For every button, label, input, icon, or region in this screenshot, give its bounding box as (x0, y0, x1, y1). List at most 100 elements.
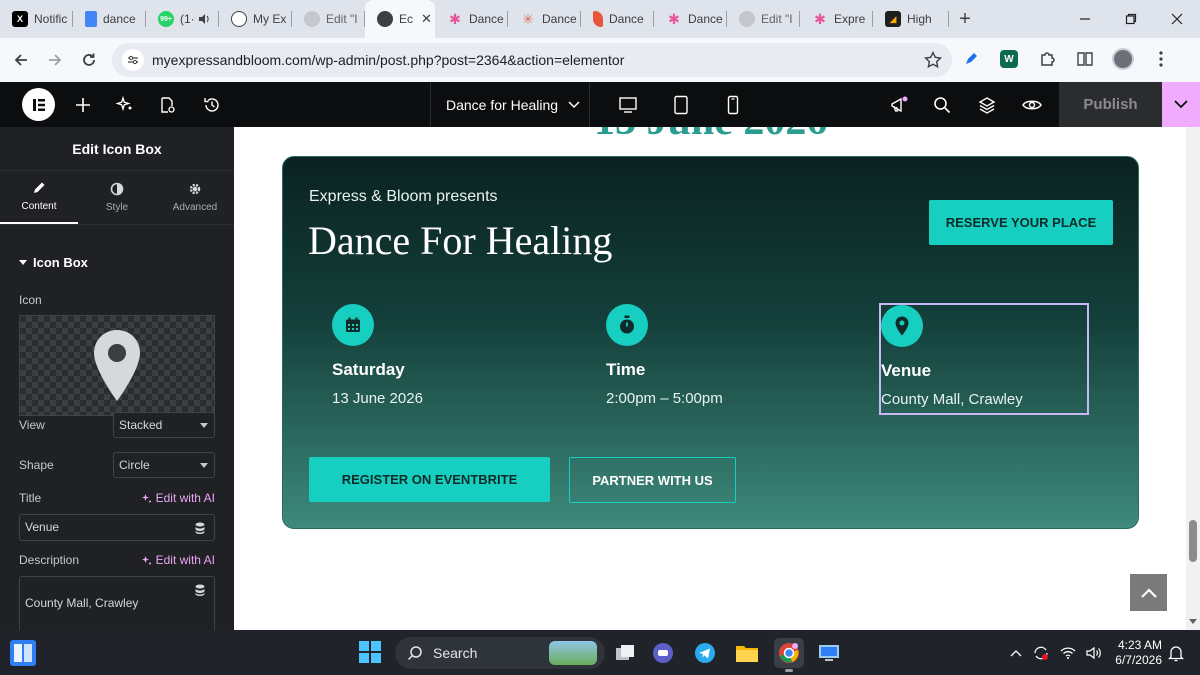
mobile-view-button[interactable] (718, 90, 748, 120)
taskbar-clock[interactable]: 4:23 AM 6/7/2026 (1110, 638, 1162, 668)
event-card[interactable]: Express & Bloom presents Dance For Heali… (282, 156, 1139, 529)
site-info-icon[interactable] (122, 49, 144, 71)
tab-content[interactable]: Content (0, 171, 78, 224)
search-label: Search (433, 645, 478, 661)
history-button[interactable] (197, 90, 227, 120)
browser-tab[interactable]: ✳ Dance (508, 0, 581, 38)
whatsapp-icon: 99+ (158, 11, 174, 27)
reload-button[interactable] (72, 43, 106, 77)
browser-tab[interactable]: dance (73, 0, 146, 38)
chrome-icon[interactable] (774, 638, 804, 672)
browser-tab[interactable]: X Notific (0, 0, 73, 38)
shape-select[interactable]: Circle (113, 452, 215, 478)
tab-advanced[interactable]: Advanced (156, 171, 234, 224)
partner-with-us-button[interactable]: PARTNER WITH US (569, 457, 736, 503)
dynamic-tags-icon[interactable] (192, 582, 208, 598)
page-title: Dance for Healing (446, 96, 559, 113)
edit-description-with-ai-button[interactable]: Edit with AI (141, 553, 215, 567)
start-button[interactable] (359, 641, 381, 668)
back-to-top-button[interactable] (1130, 574, 1167, 611)
canvas-scrollbar[interactable] (1186, 127, 1200, 630)
tablet-view-button[interactable] (666, 90, 696, 120)
wordtune-extension-icon[interactable]: W (994, 44, 1024, 74)
new-tab-button[interactable]: + (951, 5, 979, 33)
pen-extension-icon[interactable] (956, 44, 986, 74)
edit-title-with-ai-button[interactable]: Edit with AI (141, 491, 215, 505)
task-view-icon[interactable] (610, 638, 640, 668)
register-eventbrite-button[interactable]: REGISTER ON EVENTBRITE (309, 457, 550, 502)
page-title-dropdown[interactable]: Dance for Healing (430, 82, 590, 127)
finder-search-button[interactable] (927, 90, 957, 120)
page-settings-button[interactable] (152, 90, 182, 120)
restore-button[interactable] (1108, 0, 1154, 38)
browser-tab[interactable]: My Ex (219, 0, 292, 38)
notification-bell-icon[interactable] (1168, 644, 1184, 662)
scroll-down-arrow-icon[interactable] (1189, 619, 1197, 625)
publish-options-button[interactable] (1162, 82, 1200, 127)
chevron-up-icon[interactable] (1010, 649, 1022, 657)
wifi-icon[interactable] (1060, 646, 1076, 659)
info-box-time[interactable]: Time 2:00pm – 5:00pm (606, 304, 723, 407)
tablet-icon (673, 95, 689, 115)
publish-button[interactable]: Publish (1059, 82, 1162, 127)
structure-button[interactable] (972, 90, 1002, 120)
section-toggle-icon-box[interactable]: Icon Box (19, 255, 88, 270)
info-box-venue-selected[interactable]: Venue County Mall, Crawley (879, 303, 1089, 415)
url-text[interactable]: myexpressandbloom.com/wp-admin/post.php?… (152, 52, 624, 68)
kebab-menu-icon[interactable] (1146, 44, 1176, 74)
volume-icon[interactable] (1086, 646, 1102, 660)
notifications-button[interactable] (884, 90, 914, 120)
add-element-button[interactable] (68, 90, 98, 120)
browser-tab[interactable]: ✱ Dance (654, 0, 727, 38)
browser-tab[interactable]: ✱ Dance (435, 0, 508, 38)
taskbar-search[interactable]: Search (395, 637, 605, 669)
title-input[interactable]: Venue (19, 514, 215, 541)
teams-chat-icon[interactable] (648, 638, 678, 668)
widgets-icon[interactable] (10, 640, 36, 666)
reserve-place-button[interactable]: RESERVE YOUR PLACE (929, 200, 1113, 245)
event-title[interactable]: Dance For Healing (308, 217, 612, 264)
forward-button[interactable] (38, 43, 72, 77)
file-explorer-icon[interactable] (732, 638, 762, 668)
close-window-button[interactable] (1154, 0, 1200, 38)
info-title: Time (606, 360, 646, 379)
bookmark-star-icon[interactable] (924, 51, 942, 69)
browser-tab[interactable]: Dance (581, 0, 654, 38)
address-bar[interactable]: myexpressandbloom.com/wp-admin/post.php?… (112, 43, 952, 77)
date-heading[interactable]: 13 June 2026 (594, 127, 827, 145)
presents-text[interactable]: Express & Bloom presents (309, 188, 498, 206)
profile-avatar[interactable] (1108, 44, 1138, 74)
scrollbar-thumb[interactable] (1189, 520, 1197, 562)
remote-desktop-icon[interactable] (814, 638, 844, 668)
minimize-button[interactable] (1062, 0, 1108, 38)
desktop-view-button[interactable] (613, 90, 643, 120)
icon-picker[interactable] (19, 315, 215, 416)
sync-status-icon[interactable] (1032, 645, 1050, 661)
ai-sparkle-icon (141, 555, 152, 566)
view-select[interactable]: Stacked (113, 412, 215, 438)
browser-tab[interactable]: ✱ Expre (800, 0, 873, 38)
sparkle-icon: ✱ (814, 10, 826, 27)
reading-list-icon[interactable] (1070, 44, 1100, 74)
ai-tools-button[interactable] (110, 90, 140, 120)
elementor-logo-button[interactable] (22, 88, 55, 121)
close-tab-icon[interactable]: ✕ (421, 11, 432, 27)
title-input-value: Venue (25, 520, 60, 534)
back-button[interactable] (4, 43, 38, 77)
puzzle-extensions-icon[interactable] (1032, 44, 1062, 74)
browser-tab-active[interactable]: Ec ✕ (365, 0, 435, 38)
telegram-icon[interactable] (690, 638, 720, 668)
description-textarea[interactable]: County Mall, Crawley (19, 576, 215, 636)
openai-icon (231, 11, 247, 27)
info-box-day[interactable]: Saturday 13 June 2026 (332, 304, 423, 407)
browser-tab[interactable]: Edit "I (292, 0, 365, 38)
tab-style[interactable]: Style (78, 171, 156, 224)
browser-tab[interactable]: 99+ (1· (146, 0, 219, 38)
preview-button[interactable] (1017, 90, 1047, 120)
audio-icon (198, 13, 210, 25)
tab-title: Expre (834, 12, 866, 26)
browser-tab[interactable]: Edit "I (727, 0, 800, 38)
description-textarea-value: County Mall, Crawley (25, 596, 139, 610)
browser-tab[interactable]: ◢ High (873, 0, 949, 38)
dynamic-tags-icon[interactable] (192, 520, 208, 536)
